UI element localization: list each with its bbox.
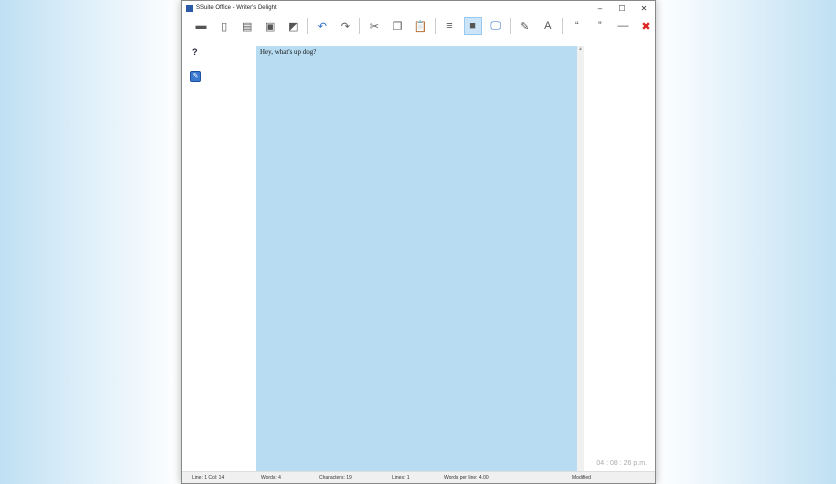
title-bar: SSuite Office - Writer's Delight – ☐ ✕ <box>182 1 655 15</box>
copy-icon: ❐ <box>392 20 403 33</box>
save-icon: ▣ <box>265 20 276 33</box>
clock: 04 : 08 : 26 p.m. <box>596 460 647 467</box>
font-button[interactable]: A <box>539 17 557 35</box>
page-view-button[interactable]: ■ <box>463 17 482 35</box>
edit-icon: ✎ <box>520 20 530 33</box>
status-characters: Characters: 19 <box>319 475 352 481</box>
maximize-button[interactable]: ☐ <box>611 4 633 13</box>
redo-icon: ↷ <box>340 20 350 33</box>
toolbar: ▬ ▯ ▤ ▣ ◩ ↶ ↷ ✂ ❐ 📋 ≡ ■ 🖵 ✎ A “ ” — ✖ <box>182 15 655 37</box>
toolbar-separator <box>359 18 361 34</box>
help-icon[interactable]: ? <box>192 47 198 57</box>
monitor-button[interactable]: 🖵 <box>487 17 505 35</box>
copy-doc-button[interactable]: ▯ <box>215 17 233 35</box>
dash-button[interactable]: — <box>614 17 632 35</box>
toolbar-separator <box>509 18 511 34</box>
monitor-icon: 🖵 <box>490 19 502 32</box>
save-as-icon: ◩ <box>288 20 299 33</box>
line-spacing-icon: ≡ <box>446 20 453 32</box>
new-icon: ▬ <box>195 20 207 32</box>
cut-button[interactable]: ✂ <box>365 17 383 35</box>
open-icon: ▤ <box>241 20 253 33</box>
save-as-button[interactable]: ◩ <box>284 17 302 35</box>
paste-button[interactable]: 📋 <box>411 17 429 35</box>
status-lines: Lines: 1 <box>392 475 410 481</box>
exit-button[interactable]: ✖ <box>637 17 655 35</box>
close-quote-button[interactable]: ” <box>591 17 609 35</box>
new-button[interactable]: ▬ <box>192 17 210 35</box>
minimize-button[interactable]: – <box>589 4 611 13</box>
edit-icon[interactable]: ✎ <box>190 71 201 82</box>
redo-button[interactable]: ↷ <box>336 17 354 35</box>
document-editor[interactable]: Hey, what's up dog? <box>256 46 577 473</box>
cut-icon: ✂ <box>369 20 379 33</box>
copy-doc-icon: ▯ <box>221 20 228 33</box>
open-quote-icon: “ <box>574 20 579 32</box>
font-icon: A <box>544 20 552 32</box>
app-icon <box>186 4 193 12</box>
paste-icon: 📋 <box>413 20 428 33</box>
app-window: SSuite Office - Writer's Delight – ☐ ✕ ▬… <box>181 0 656 484</box>
status-words: Words: 4 <box>261 475 281 481</box>
window-title: SSuite Office - Writer's Delight <box>196 5 277 11</box>
toolbar-separator <box>434 18 436 34</box>
status-words-per-line: Words per line: 4.00 <box>444 475 489 481</box>
status-bar: Line: 1 Col: 14 Words: 4 Characters: 19 … <box>182 471 655 483</box>
status-modified: Modified <box>572 475 591 481</box>
status-line-col: Line: 1 Col: 14 <box>192 475 225 481</box>
dash-icon: — <box>617 20 629 32</box>
line-spacing-button[interactable]: ≡ <box>440 17 458 35</box>
left-panel: ? ✎ <box>182 37 256 471</box>
open-button[interactable]: ▤ <box>238 17 256 35</box>
page-view-icon: ■ <box>469 20 476 32</box>
undo-button[interactable]: ↶ <box>313 17 331 35</box>
vertical-scrollbar[interactable]: ▲ <box>577 46 584 473</box>
save-button[interactable]: ▣ <box>261 17 279 35</box>
document-text: Hey, what's up dog? <box>260 48 317 56</box>
toolbar-separator <box>561 18 563 34</box>
close-button[interactable]: ✕ <box>633 4 655 13</box>
copy-button[interactable]: ❐ <box>388 17 406 35</box>
toolbar-separator <box>307 18 309 34</box>
open-quote-button[interactable]: “ <box>568 17 586 35</box>
close-quote-icon: ” <box>598 20 602 32</box>
exit-icon: ✖ <box>641 20 651 33</box>
undo-icon: ↶ <box>317 20 327 33</box>
edit-button[interactable]: ✎ <box>516 17 534 35</box>
